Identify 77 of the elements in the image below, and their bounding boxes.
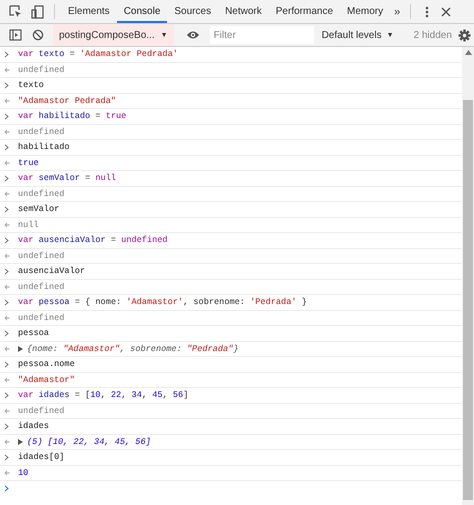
panel-tab[interactable]: Network [218, 0, 269, 23]
command-text: var semValor = null [18, 173, 116, 184]
prompt-icon [4, 484, 9, 492]
result-text: null [18, 220, 39, 230]
result-arrow-icon [4, 252, 10, 259]
result-text: 10 [18, 468, 28, 478]
scrollbar-thumb[interactable] [463, 100, 473, 500]
eye-icon[interactable] [186, 30, 200, 40]
command-text: semValor [18, 204, 60, 214]
clear-console-icon[interactable] [32, 29, 44, 41]
command-text: var idades = [10, 22, 34, 45, 56] [18, 390, 188, 400]
filter-field[interactable]: Filter [210, 26, 314, 44]
result-arrow-icon [4, 160, 10, 166]
prompt-icon [4, 112, 9, 120]
sidebar-toggle-icon[interactable] [9, 29, 22, 41]
prompt-icon [4, 144, 9, 151]
command-text: ausenciaValor [18, 266, 86, 276]
scroll-up-icon[interactable] [464, 50, 472, 55]
command-text: var texto = 'Adamastor Pedrada' [18, 49, 178, 60]
result-arrow-icon [4, 314, 10, 321]
result-text: undefined [18, 250, 64, 261]
panel-tab[interactable]: Elements [61, 0, 117, 23]
result-text: undefined [18, 312, 64, 323]
result-arrow-icon [4, 346, 10, 352]
panel-tab[interactable]: Performance [268, 0, 340, 23]
result-arrow-icon [4, 284, 10, 290]
inspect-icon[interactable] [9, 5, 22, 18]
command-text: texto [18, 80, 44, 90]
result-arrow-icon [4, 66, 10, 73]
result-text: undefined [18, 282, 64, 292]
panel-tab[interactable]: Memory [340, 0, 390, 23]
result-arrow-icon [4, 438, 10, 445]
settings-icon[interactable] [458, 28, 471, 42]
prompt-icon [4, 422, 9, 430]
more-options-icon[interactable] [423, 4, 432, 18]
close-icon[interactable] [441, 6, 452, 16]
prompt-icon [4, 174, 9, 182]
result-arrow-icon [4, 470, 10, 476]
result-text: undefined [18, 126, 64, 137]
result-arrow-icon [4, 98, 10, 104]
device-icon[interactable] [31, 4, 44, 18]
prompt-icon [4, 236, 9, 244]
result-arrow-icon [4, 128, 10, 135]
result-arrow-icon [4, 222, 10, 228]
prompt-icon [4, 330, 9, 337]
result-text: undefined [18, 64, 64, 75]
result-text: "Adamastor Pedrada" [18, 96, 116, 106]
command-text: var ausenciaValor = undefined [18, 235, 168, 246]
command-text: var pessoa = { nome: 'Adamastor', sobrenome: 'Pedrada' } [18, 297, 307, 308]
prompt-icon [4, 360, 9, 368]
more-tabs-button[interactable]: » [390, 6, 404, 18]
expand-triangle-icon[interactable] [18, 346, 23, 352]
result-text: "Adamastor" [18, 374, 75, 385]
prompt-icon [4, 268, 9, 275]
result-text: undefined [18, 188, 64, 199]
prompt-icon [4, 82, 9, 89]
prompt-icon [4, 298, 9, 306]
prompt-icon [4, 50, 9, 58]
prompt-icon [4, 454, 9, 461]
result-arrow-icon [4, 376, 10, 383]
command-text: pessoa [18, 328, 49, 338]
result-arrow-icon [4, 408, 10, 414]
command-text: pessoa.nome [18, 359, 75, 370]
result-text: {nome: "Adamastor", sobrenome: "Pedrada"} [27, 344, 238, 354]
result-text: undefined [18, 406, 64, 416]
command-text: idades[0] [18, 452, 64, 462]
command-text: idades [18, 421, 49, 432]
result-arrow-icon [4, 190, 10, 197]
prompt-icon [4, 206, 9, 213]
panel-tab[interactable]: Sources [167, 0, 218, 23]
prompt-icon [4, 392, 9, 399]
command-text: habilitado [18, 142, 70, 152]
result-text: true [18, 158, 39, 168]
expand-triangle-icon[interactable] [18, 438, 23, 445]
result-text: (5) [10, 22, 34, 45, 56] [27, 436, 151, 447]
command-text: var habilitado = true [18, 111, 126, 122]
hidden-count: 2 hidden [414, 30, 453, 40]
